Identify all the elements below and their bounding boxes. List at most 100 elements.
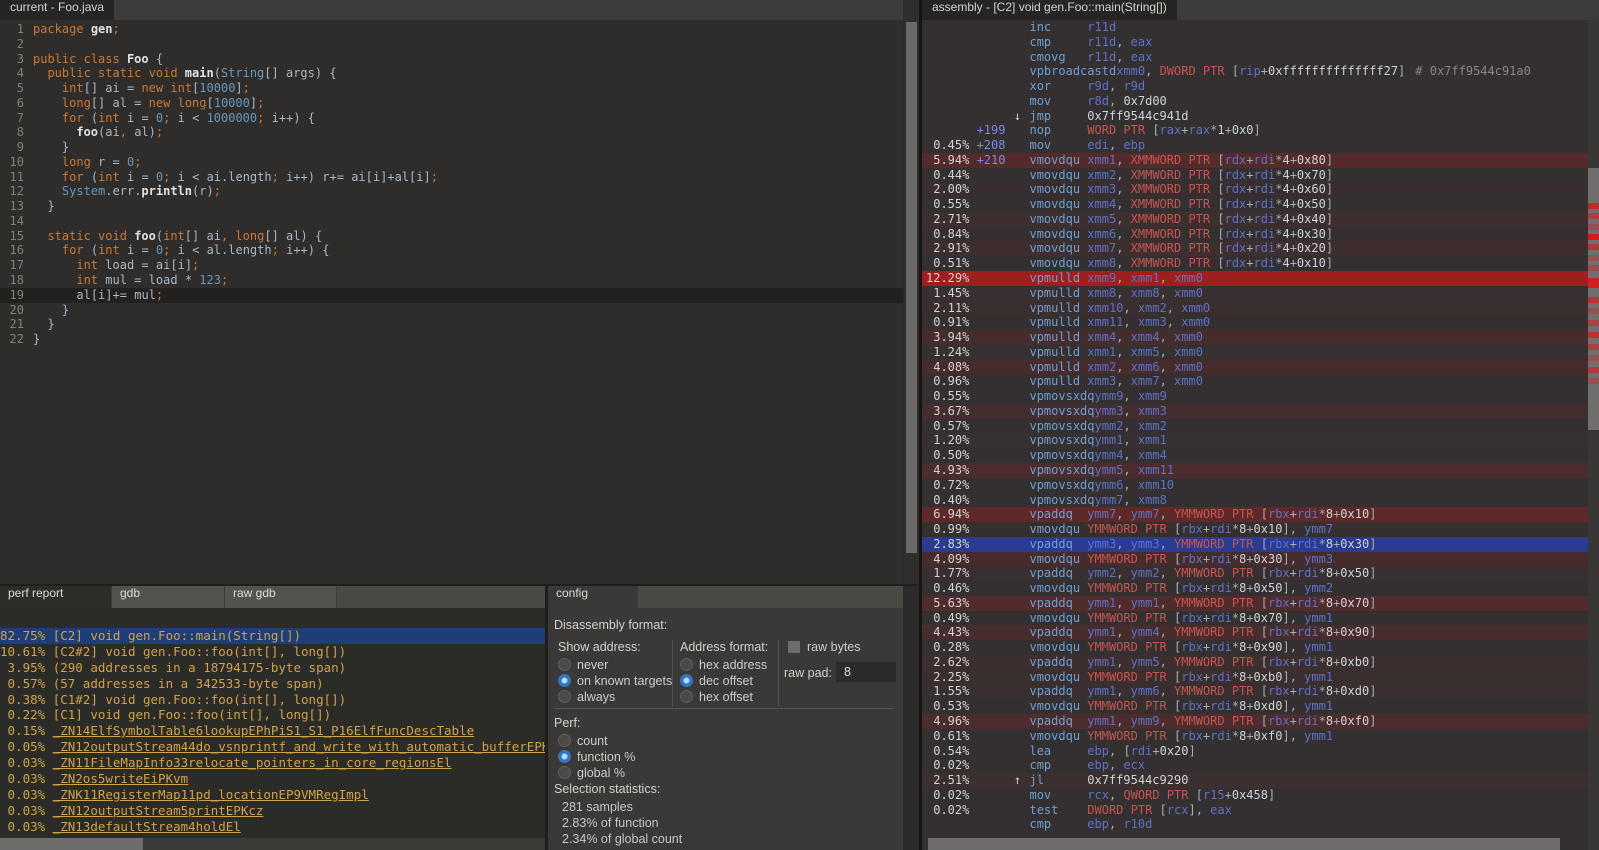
radio-icon[interactable] (558, 766, 571, 779)
asm-row[interactable]: 0.46% vmovdqu YMMWORD PTR [rbx+rdi*8+0x5… (922, 581, 1588, 596)
perf-row[interactable]: 0.03% _ZNK11RegisterMap11pd_locationEP9V… (0, 787, 545, 803)
perf-row[interactable]: 0.38% [C1#2] void gen.Foo::foo(int[], lo… (0, 692, 545, 708)
asm-row[interactable]: 0.61% vmovdqu YMMWORD PTR [rbx+rdi*8+0xf… (922, 729, 1588, 744)
radio-option-hex-address[interactable]: hex address (680, 658, 767, 674)
asm-row[interactable]: 0.57% vpmovsxdqymm2, xmm2 (922, 419, 1588, 434)
asm-row[interactable]: cmp r11d, eax (922, 35, 1588, 50)
asm-row[interactable]: 0.02% cmp ebp, ecx (922, 758, 1588, 773)
asm-row[interactable]: 1.77% vpaddq ymm2, ymm2, YMMWORD PTR [rb… (922, 566, 1588, 581)
asm-row[interactable]: 2.83% vpaddq ymm3, ymm3, YMMWORD PTR [rb… (922, 537, 1588, 552)
asm-row[interactable]: 0.02% test DWORD PTR [rcx], eax (922, 803, 1588, 818)
radio-selected-icon[interactable] (558, 674, 571, 687)
perf-horizontal-scrollbar-thumb[interactable] (0, 838, 143, 850)
source-line[interactable]: 10 long r = 0; (0, 155, 903, 170)
asm-row[interactable]: 2.25% vmovdqu YMMWORD PTR [rbx+rdi*8+0xb… (922, 670, 1588, 685)
asm-row[interactable]: 6.94% vpaddq ymm7, ymm7, YMMWORD PTR [rb… (922, 507, 1588, 522)
source-line[interactable]: 20 } (0, 303, 903, 318)
asm-row[interactable]: mov r8d, 0x7d00 (922, 94, 1588, 109)
source-line[interactable]: 21 } (0, 317, 903, 332)
asm-row[interactable]: 2.71% vmovdqu xmm5, XMMWORD PTR [rdx+rdi… (922, 212, 1588, 227)
radio-option-hex-offset[interactable]: hex offset (680, 690, 753, 706)
asm-row[interactable]: 0.02% mov rcx, QWORD PTR [r15+0x458] (922, 788, 1588, 803)
radio-icon[interactable] (680, 658, 693, 671)
radio-option-count[interactable]: count (558, 734, 608, 750)
source-line[interactable]: 2 (0, 37, 903, 52)
asm-row[interactable]: ↓jmp 0x7ff9544c941d (922, 109, 1588, 124)
tab-perf-report[interactable]: perf report (0, 586, 112, 608)
asm-row[interactable]: 2.62% vpaddq ymm1, ymm5, YMMWORD PTR [rb… (922, 655, 1588, 670)
perf-row[interactable]: 0.15% _ZN14ElfSymbolTable6lookupEPhPiS1_… (0, 723, 545, 739)
radio-option-never[interactable]: never (558, 658, 608, 674)
asm-row[interactable]: cmovg r11d, eax (922, 50, 1588, 65)
asm-row[interactable]: 4.93% vpmovsxdqymm5, xmm11 (922, 463, 1588, 478)
asm-row[interactable]: 0.49% vmovdqu YMMWORD PTR [rbx+rdi*8+0x7… (922, 611, 1588, 626)
tab-config[interactable]: config (548, 586, 638, 608)
perf-row[interactable]: 0.05% _ZN12outputStream44do_vsnprintf_an… (0, 739, 545, 755)
asm-row[interactable]: 3.67% vpmovsxdqymm3, xmm3 (922, 404, 1588, 419)
asm-row[interactable]: 2.00% vmovdqu xmm3, XMMWORD PTR [rdx+rdi… (922, 182, 1588, 197)
perf-row[interactable]: 0.03% _ZN13defaultStream4holdEl (0, 819, 545, 835)
asm-row[interactable]: 2.91% vmovdqu xmm7, XMMWORD PTR [rdx+rdi… (922, 241, 1588, 256)
radio-icon[interactable] (558, 734, 571, 747)
perf-row[interactable]: 10.61% [C2#2] void gen.Foo::foo(int[], l… (0, 644, 545, 660)
source-line[interactable]: 11 for (int i = 0; i < ai.length; i++) r… (0, 170, 903, 185)
asm-row[interactable]: inc r11d (922, 20, 1588, 35)
source-code-panel[interactable]: 1package gen;23public class Foo {4 publi… (0, 20, 903, 584)
asm-row[interactable]: 0.54% lea ebp, [rdi+0x20] (922, 744, 1588, 759)
asm-row[interactable]: 0.99% vmovdqu YMMWORD PTR [rbx+rdi*8+0x1… (922, 522, 1588, 537)
perf-row[interactable]: 82.75% [C2] void gen.Foo::main(String[]) (0, 628, 545, 644)
source-line[interactable]: 1package gen; (0, 22, 903, 37)
radio-icon[interactable] (558, 690, 571, 703)
raw-pad-input[interactable] (836, 662, 896, 682)
asm-row[interactable]: 1.24% vpmulld xmm1, xmm5, xmm0 (922, 345, 1588, 360)
asm-row[interactable]: 2.51% ↑jl 0x7ff9544c9290 (922, 773, 1588, 788)
source-line[interactable]: 3public class Foo { (0, 52, 903, 67)
source-line[interactable]: 17 int load = ai[i]; (0, 258, 903, 273)
asm-row[interactable]: 0.84% vmovdqu xmm6, XMMWORD PTR [rdx+rdi… (922, 227, 1588, 242)
source-line[interactable]: 22} (0, 332, 903, 347)
radio-selected-icon[interactable] (680, 674, 693, 687)
asm-row[interactable]: 12.29% vpmulld xmm9, xmm1, xmm0 (922, 271, 1588, 286)
asm-row[interactable]: 2.11% vpmulld xmm10, xmm2, xmm0 (922, 301, 1588, 316)
asm-row[interactable]: 4.96% vpaddq ymm1, ymm9, YMMWORD PTR [rb… (922, 714, 1588, 729)
radio-icon[interactable] (558, 658, 571, 671)
asm-row[interactable]: 5.94% +210vmovdqu xmm1, XMMWORD PTR [rdx… (922, 153, 1588, 168)
asm-row[interactable]: 5.63% vpaddq ymm1, ymm1, YMMWORD PTR [rb… (922, 596, 1588, 611)
raw-bytes-checkbox[interactable] (788, 641, 800, 653)
source-line[interactable]: 9 } (0, 140, 903, 155)
source-line[interactable]: 14 (0, 214, 903, 229)
perf-row[interactable]: 0.03% _ZN12outputStream5printEPKcz (0, 803, 545, 819)
perf-row[interactable]: 0.22% [C1] void gen.Foo::foo(int[], long… (0, 707, 545, 723)
assembly-panel[interactable]: inc r11d cmp r11d, eax cmovg r11d, eax v… (922, 20, 1588, 838)
asm-row[interactable]: cmp ebp, r10d (922, 817, 1588, 832)
tab-source-file[interactable]: current - Foo.java (0, 0, 114, 20)
perf-row[interactable]: 0.57% (57 addresses in a 342533-byte spa… (0, 676, 545, 692)
asm-row[interactable]: 1.55% vpaddq ymm1, ymm6, YMMWORD PTR [rb… (922, 684, 1588, 699)
source-line[interactable]: 4 public static void main(String[] args)… (0, 66, 903, 81)
asm-row[interactable]: 0.40% vpmovsxdqymm7, xmm8 (922, 493, 1588, 508)
tab-gdb[interactable]: gdb (112, 586, 225, 608)
tab-raw-gdb[interactable]: raw gdb (225, 586, 337, 608)
asm-row[interactable]: 4.08% vpmulld xmm2, xmm6, xmm0 (922, 360, 1588, 375)
radio-option-always[interactable]: always (558, 690, 615, 706)
source-line[interactable]: 5 int[] ai = new int[10000]; (0, 81, 903, 96)
radio-option-dec-offset[interactable]: dec offset (680, 674, 753, 690)
asm-row[interactable]: 0.91% vpmulld xmm11, xmm3, xmm0 (922, 315, 1588, 330)
asm-row[interactable]: 0.28% vmovdqu YMMWORD PTR [rbx+rdi*8+0x9… (922, 640, 1588, 655)
asm-row[interactable]: 0.51% vmovdqu xmm8, XMMWORD PTR [rdx+rdi… (922, 256, 1588, 271)
source-line[interactable]: 12 System.err.println(r); (0, 184, 903, 199)
tab-assembly[interactable]: assembly - [C2] void gen.Foo::main(Strin… (922, 0, 1177, 20)
assembly-horizontal-scrollbar-thumb[interactable] (928, 838, 1560, 850)
asm-row[interactable]: 3.94% vpmulld xmm4, xmm4, xmm0 (922, 330, 1588, 345)
asm-row[interactable]: vpbroadcastdxmm0, DWORD PTR [rip+0xfffff… (922, 64, 1588, 79)
asm-row[interactable]: 0.96% vpmulld xmm3, xmm7, xmm0 (922, 374, 1588, 389)
radio-icon[interactable] (680, 690, 693, 703)
radio-selected-icon[interactable] (558, 750, 571, 763)
asm-row[interactable]: 0.45% +208mov edi, ebp (922, 138, 1588, 153)
asm-row[interactable]: 1.45% vpmulld xmm8, xmm8, xmm0 (922, 286, 1588, 301)
source-line[interactable]: 7 for (int i = 0; i < 1000000; i++) { (0, 111, 903, 126)
source-line[interactable]: 8 foo(ai, al); (0, 125, 903, 140)
asm-row[interactable]: 0.72% vpmovsxdqymm6, xmm10 (922, 478, 1588, 493)
source-line[interactable]: 19 al[i]+= mul; (0, 288, 903, 303)
radio-option-on-known-targets[interactable]: on known targets (558, 674, 672, 690)
